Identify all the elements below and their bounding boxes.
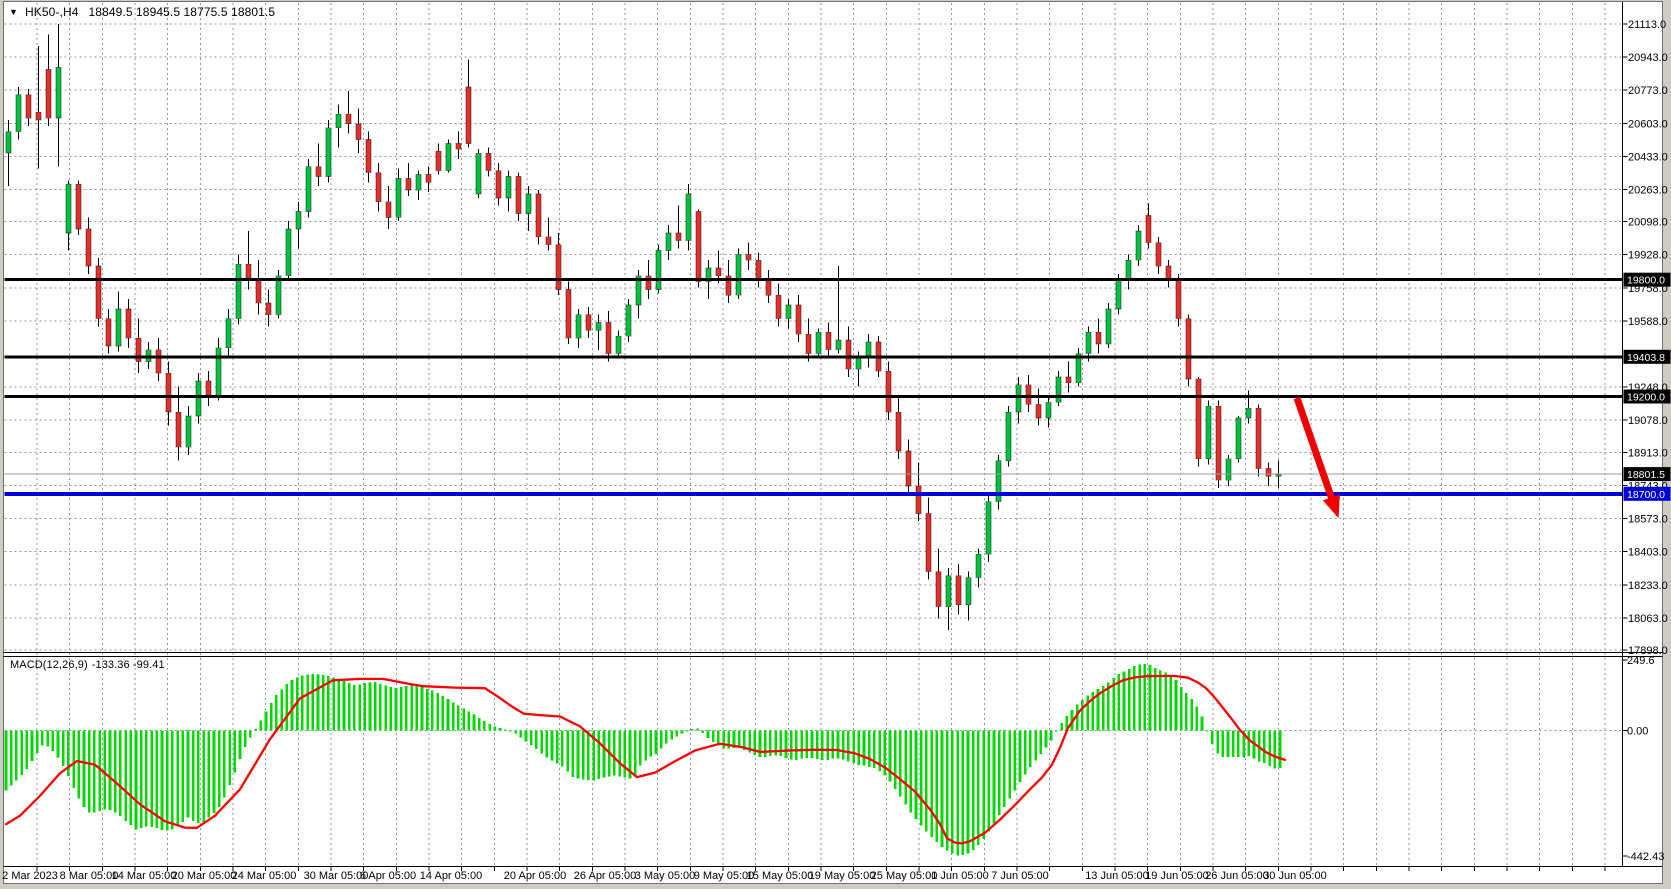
macd-indicator-label: MACD(12,26,9) -133.36 -99.41: [10, 659, 165, 671]
price-level-badge-text: 18801.5: [1627, 469, 1665, 481]
date-axis-label: 8 Mar 05:00: [60, 870, 119, 882]
date-axis-label: 30 Jun 05:00: [1263, 870, 1327, 882]
price-level-badge-text: 18700.0: [1627, 489, 1665, 501]
date-axis-label: 9 May 05:00: [694, 870, 755, 882]
price-axis-label: 19588.0: [1628, 316, 1668, 328]
price-level-badge-text: 19200.0: [1627, 391, 1665, 403]
price-axis-label: 18063.0: [1628, 613, 1668, 625]
date-axis-label: 14 Apr 05:00: [420, 870, 482, 882]
chart-symbol-period: HK50-,H4: [25, 5, 79, 19]
date-axis-label: 19 May 05:00: [809, 870, 876, 882]
price-axis-label: 20098.0: [1628, 217, 1668, 229]
chart-canvas[interactable]: 21113.0 20943.0 20773.0 20603.0 20433.0 20263…: [0, 0, 1671, 889]
price-axis-label: 18403.0: [1628, 547, 1668, 559]
date-axis-label: 25 May 05:00: [871, 870, 938, 882]
date-axis-label: 26 Apr 05:00: [574, 870, 636, 882]
date-axis-label: 20 Apr 05:00: [504, 870, 566, 882]
price-axis-label: 20773.0: [1628, 85, 1668, 97]
price-axis-label: 20433.0: [1628, 151, 1668, 163]
date-axis-label: 30 Mar 05:00: [304, 870, 369, 882]
price-axis-label: 18233.0: [1628, 580, 1668, 592]
price-axis-label: 19928.0: [1628, 250, 1668, 262]
macd-values-text: -133.36 -99.41: [92, 659, 165, 671]
price-axis-label: 18913.0: [1628, 447, 1668, 459]
date-axis-label: 20 Mar 05:00: [172, 870, 237, 882]
date-axis-label: 1 Jun 05:00: [931, 870, 989, 882]
date-axis-label: 15 May 05:00: [747, 870, 814, 882]
price-axis-label: 20943.0: [1628, 52, 1668, 64]
price-axis-label: 20603.0: [1628, 118, 1668, 130]
price-level-badge-text: 19800.0: [1627, 275, 1665, 287]
price-axis-label: 19078.0: [1628, 415, 1668, 427]
date-axis-label: 24 Mar 05:00: [232, 870, 297, 882]
chart-ohlc-values: 18849.5 18945.5 18775.5 18801.5: [89, 5, 276, 19]
date-axis-label: 6 Apr 05:00: [360, 870, 416, 882]
chart-title-bar: ▼ HK50-,H4 18849.5 18945.5 18775.5 18801.5: [9, 5, 275, 19]
price-axis-label: 18573.0: [1628, 514, 1668, 526]
date-axis-label: 26 Jun 05:00: [1205, 870, 1269, 882]
dropdown-arrow-icon[interactable]: ▼: [9, 7, 18, 17]
date-axis-label: 14 Mar 05:00: [112, 870, 177, 882]
macd-axis-label: 249.6: [1627, 655, 1655, 667]
terminal-window: 21113.0 20943.0 20773.0 20603.0 20433.0 20263…: [0, 0, 1671, 889]
price-level-badge-text: 19403.8: [1627, 352, 1665, 364]
date-axis-label: 19 Jun 05:00: [1145, 870, 1209, 882]
date-axis-label: 3 May 05:00: [635, 870, 696, 882]
date-axis-label: 2 Mar 2023: [2, 870, 58, 882]
macd-axis-label: -442.43: [1627, 851, 1664, 863]
macd-label-text: MACD(12,26,9): [10, 659, 88, 671]
date-axis-label: 13 Jun 05:00: [1085, 870, 1149, 882]
date-axis-label: 7 Jun 05:00: [991, 870, 1049, 882]
macd-axis-label: 0.00: [1627, 726, 1648, 738]
price-axis-label: 20263.0: [1628, 185, 1668, 197]
price-axis-label: 21113.0: [1628, 19, 1666, 31]
